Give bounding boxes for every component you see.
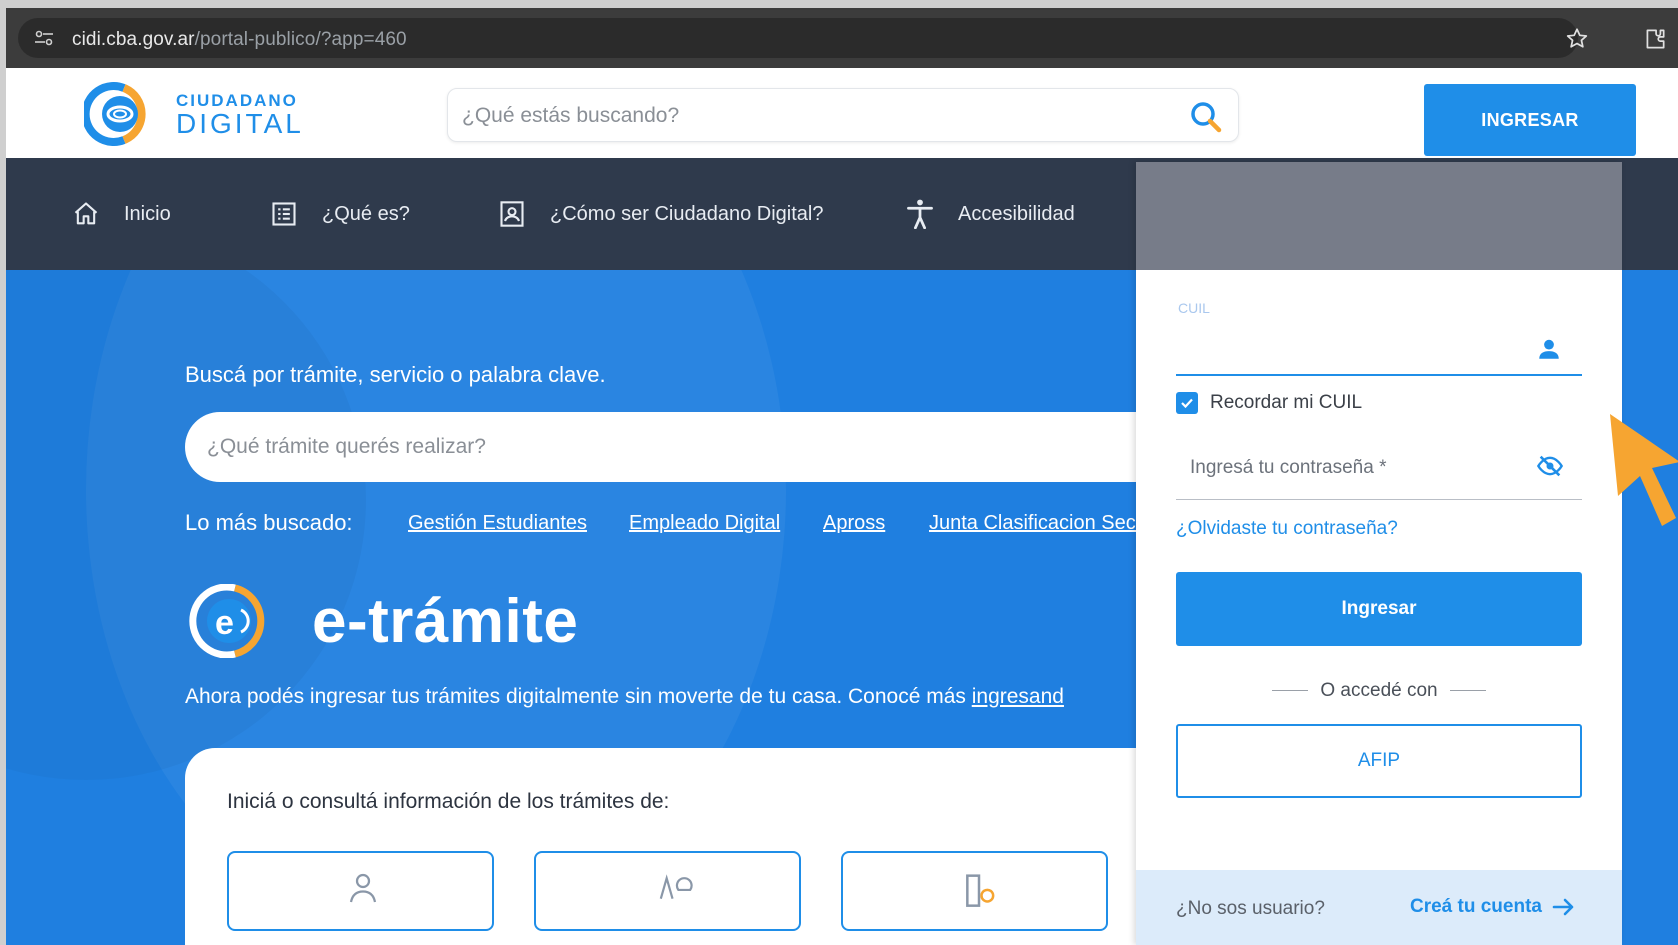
- browser-toolbar: cidi.cba.gov.ar/portal-publico/?app=460: [6, 8, 1678, 68]
- login-panel-header: [1136, 162, 1622, 270]
- ciudadano-digital-logo-icon[interactable]: [84, 82, 154, 146]
- tramite-search-input[interactable]: [207, 430, 1107, 464]
- logo-bottom-text: DIGITAL: [176, 108, 304, 139]
- home-icon: [74, 202, 98, 225]
- logo-text[interactable]: CIUDADANO DIGITAL: [176, 92, 304, 138]
- address-bar[interactable]: cidi.cba.gov.ar/portal-publico/?app=460: [18, 18, 1578, 58]
- password-field: [1176, 434, 1582, 500]
- site-settings-icon[interactable]: [34, 30, 54, 46]
- login-panel: CUIL Recordar mi CUIL ¿Olvidaste tu cont…: [1136, 162, 1622, 945]
- tramite-category-tile[interactable]: [534, 851, 801, 931]
- svg-text:e: e: [215, 604, 234, 642]
- nav-item-label: ¿Cómo ser Ciudadano Digital?: [550, 202, 824, 225]
- extensions-icon[interactable]: [1642, 26, 1668, 52]
- cuil-label: CUIL: [1178, 300, 1210, 316]
- afip-login-button[interactable]: AFIP: [1176, 724, 1582, 798]
- screenshot-stage: cidi.cba.gov.ar/portal-publico/?app=460 …: [6, 8, 1678, 945]
- search-icon[interactable]: [1188, 99, 1224, 135]
- header-search-input[interactable]: [462, 101, 1162, 131]
- nav-item-label: Accesibilidad: [958, 202, 1075, 225]
- remember-cuil: Recordar mi CUIL: [1176, 392, 1362, 414]
- tree-icon: [659, 874, 693, 900]
- nav-item-que-es[interactable]: ¿Qué es?: [270, 158, 410, 270]
- popular-link[interactable]: Gestión Estudiantes: [408, 512, 587, 535]
- login-footer: ¿No sos usuario? Creá tu cuenta: [1136, 870, 1622, 945]
- nav-item-como-ser[interactable]: ¿Cómo ser Ciudadano Digital?: [498, 158, 823, 270]
- cursor-arrow-icon: [1610, 414, 1678, 526]
- site-header: CIUDADANO DIGITAL INGRESAR: [6, 68, 1678, 158]
- accessibility-icon: [907, 199, 933, 229]
- eye-off-icon[interactable]: [1536, 452, 1564, 480]
- tramite-search-box: [185, 412, 1185, 482]
- cuil-field: [1176, 320, 1582, 376]
- list-icon: [272, 202, 296, 226]
- password-input[interactable]: [1190, 454, 1510, 482]
- popular-label: Lo más buscado:: [185, 510, 353, 535]
- hero-description: Ahora podés ingresar tus trámites digita…: [185, 685, 1064, 708]
- bookmark-star-icon[interactable]: [1564, 26, 1590, 52]
- nav-item-inicio[interactable]: Inicio: [72, 158, 171, 270]
- forgot-password-link[interactable]: ¿Olvidaste tu contraseña?: [1176, 518, 1398, 540]
- nav-item-label: Inicio: [124, 202, 171, 225]
- tramites-card-text: Iniciá o consultá información de los trá…: [227, 790, 670, 813]
- remember-cuil-checkbox[interactable]: [1176, 392, 1198, 414]
- popular-link[interactable]: Junta Clasificacion Secu: [929, 512, 1147, 535]
- person-icon: [349, 873, 377, 903]
- tramite-category-tile[interactable]: [227, 851, 494, 931]
- login-submit-button[interactable]: Ingresar: [1176, 572, 1582, 646]
- create-account-label: Creá tu cuenta: [1410, 896, 1542, 917]
- id-card-icon: [500, 201, 524, 227]
- popular-link[interactable]: Apross: [823, 512, 885, 535]
- cuil-input[interactable]: [1188, 336, 1528, 362]
- alternative-login-divider: O accedé con: [1136, 680, 1622, 702]
- nav-item-label: ¿Qué es?: [322, 202, 410, 225]
- check-icon: [1181, 398, 1193, 409]
- create-account-link[interactable]: Creá tu cuenta: [1410, 896, 1576, 918]
- header-login-button[interactable]: INGRESAR: [1424, 84, 1636, 156]
- etramite-logo-icon: e: [189, 584, 265, 658]
- arrow-right-icon: [1552, 898, 1574, 916]
- user-icon: [1539, 339, 1559, 359]
- popular-link[interactable]: Empleado Digital: [629, 512, 780, 535]
- remember-cuil-label[interactable]: Recordar mi CUIL: [1210, 392, 1362, 414]
- tramite-category-tile[interactable]: [841, 851, 1108, 931]
- tramites-card: Iniciá o consultá información de los trá…: [185, 748, 1285, 945]
- hero-subtitle: Buscá por trámite, servicio o palabra cl…: [185, 362, 606, 387]
- url-text[interactable]: cidi.cba.gov.ar/portal-publico/?app=460: [72, 29, 407, 51]
- etramite-title: e-trámite: [312, 587, 579, 656]
- no-user-text: ¿No sos usuario?: [1176, 898, 1325, 919]
- header-search-box: [447, 88, 1239, 142]
- nav-item-accesibilidad[interactable]: Accesibilidad: [906, 158, 1075, 270]
- building-search-icon: [966, 874, 995, 907]
- description-link[interactable]: ingresand: [972, 685, 1064, 708]
